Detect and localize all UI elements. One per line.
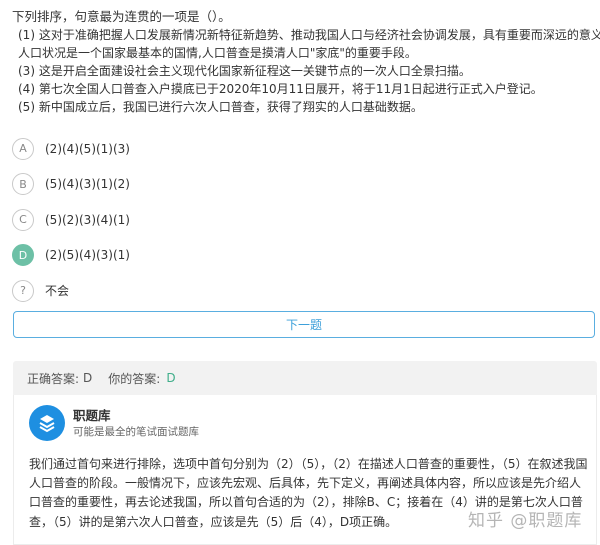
- answer-bar: 正确答案: D 你的答案: D: [13, 361, 597, 395]
- correct-answer-value: D: [83, 371, 93, 385]
- brand-name: 职题库: [73, 407, 111, 423]
- option-a-text: (2)(4)(5)(1)(3): [45, 141, 130, 156]
- question-mark-icon[interactable]: ?: [12, 279, 34, 302]
- option-unknown-text: 不会: [45, 284, 70, 299]
- statement-2: 人口状况是一个国家最基本的国情,人口普查是摸清人口"家底"的重要手段。: [18, 46, 417, 60]
- option-a-marker[interactable]: A: [12, 137, 34, 160]
- next-question-button[interactable]: 下一题: [13, 311, 595, 338]
- option-unknown[interactable]: ? 不会: [12, 273, 592, 309]
- option-b-text: (5)(4)(3)(1)(2): [45, 177, 130, 192]
- watermark: 知乎 @职题库: [468, 511, 583, 531]
- statement-1: (1) 这对于准确把握人口发展新情况新特征新趋势、推动我国人口与经济社会协调发展…: [18, 28, 600, 42]
- option-c-text: (5)(2)(3)(4)(1): [45, 212, 130, 227]
- brand-subtitle: 可能是最全的笔试面试题库: [73, 425, 199, 438]
- statement-5: (5) 新中国成立后，我国已进行六次人口普查，获得了翔实的人口基础数据。: [18, 100, 423, 114]
- statement-4: (4) 第七次全国人口普查入户摸底已于2020年10月11日展开，将于11月1日…: [18, 82, 543, 96]
- your-answer-label: 你的答案:: [108, 371, 161, 386]
- option-d[interactable]: D (2)(5)(4)(3)(1): [12, 238, 592, 274]
- option-d-text: (2)(5)(4)(3)(1): [45, 248, 130, 263]
- option-d-marker[interactable]: D: [12, 244, 34, 267]
- correct-answer-label: 正确答案:: [27, 371, 80, 386]
- option-list: A (2)(4)(5)(1)(3) B (5)(4)(3)(1)(2) C (5…: [12, 131, 592, 309]
- brand-row: 职题库 可能是最全的笔试面试题库: [29, 405, 199, 441]
- brand-logo-icon: [29, 405, 65, 441]
- your-answer-value: D: [166, 371, 176, 385]
- option-c[interactable]: C (5)(2)(3)(4)(1): [12, 202, 592, 238]
- statement-3: (3) 这是开启全面建设社会主义现代化国家新征程这一关键节点的一次人口全景扫描。: [18, 64, 471, 78]
- option-c-marker[interactable]: C: [12, 208, 34, 231]
- option-b[interactable]: B (5)(4)(3)(1)(2): [12, 167, 592, 203]
- question-title: 下列排序，句意最为连贯的一项是（）。: [12, 9, 231, 24]
- option-b-marker[interactable]: B: [12, 173, 34, 196]
- question-block: 下列排序，句意最为连贯的一项是（）。 (1) 这对于准确把握人口发展新情况新特征…: [12, 8, 600, 116]
- option-a[interactable]: A (2)(4)(5)(1)(3): [12, 131, 592, 167]
